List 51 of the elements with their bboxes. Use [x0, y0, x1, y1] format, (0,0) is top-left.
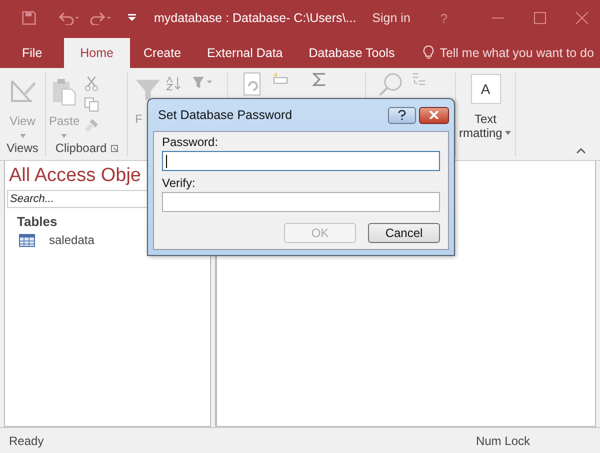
status-text: Ready: [9, 434, 44, 448]
field-label: Password:: [162, 135, 220, 149]
text-formatting-label: Text: [474, 112, 496, 126]
refresh-icon[interactable]: [243, 72, 263, 98]
replace-icon[interactable]: [411, 72, 427, 88]
dialog-title: Set Database Password: [158, 108, 294, 122]
table-item[interactable]: saledata: [5, 231, 210, 249]
group-label: Views: [6, 140, 40, 156]
redo-icon[interactable]: [90, 11, 112, 25]
password-field[interactable]: [162, 192, 440, 212]
text-formatting-label: rmatting: [459, 126, 502, 140]
collapse-ribbon-icon[interactable]: [576, 148, 586, 154]
undo-icon[interactable]: [58, 11, 80, 25]
search-icon[interactable]: [379, 72, 403, 96]
filter-icon[interactable]: [191, 76, 213, 89]
dropdown-caret-icon[interactable]: [505, 131, 512, 135]
status-text: Num Lock: [476, 434, 530, 448]
dialog-button[interactable]: Cancel: [368, 223, 440, 243]
sign-in-link[interactable]: Sign in: [372, 11, 410, 25]
help-button[interactable]: [388, 106, 416, 124]
close-icon: [429, 111, 439, 119]
dropdown-caret-icon: [20, 134, 26, 138]
group-label: Clipboard: [55, 141, 107, 155]
save-icon[interactable]: [22, 11, 36, 25]
clipboard-icon: [51, 78, 78, 106]
filter-label: F: [135, 112, 142, 126]
scissors-icon[interactable]: [84, 76, 99, 91]
close-icon[interactable]: [576, 12, 588, 24]
dropdown-caret-icon: [61, 134, 68, 138]
copy-icon[interactable]: [84, 97, 99, 112]
text-formatting-button[interactable]: A: [470, 74, 500, 104]
paintbrush-icon[interactable]: [84, 118, 99, 133]
close-button[interactable]: [419, 106, 449, 124]
lightbulb-icon: [422, 45, 434, 60]
dialog-launcher-icon[interactable]: [110, 144, 118, 152]
ribbon-tab[interactable]: File: [10, 38, 54, 68]
table-icon: [19, 234, 35, 246]
ribbon-tab[interactable]: External Data: [195, 38, 295, 68]
customize-caret-icon[interactable]: [128, 14, 136, 22]
ribbon-tab[interactable]: Home: [64, 38, 130, 68]
maximize-icon[interactable]: [534, 12, 546, 24]
password-field[interactable]: [162, 151, 440, 171]
pane-title: All Access Obje: [8, 164, 141, 188]
field-label: Verify:: [162, 176, 196, 190]
ribbon-tab[interactable]: Database Tools: [296, 38, 407, 68]
question-mark-icon: [398, 110, 406, 120]
tell-me-field[interactable]: Tell me what you want to do: [440, 46, 594, 60]
ribbon-tab[interactable]: Create: [132, 38, 194, 68]
window-title: mydatabase : Database- C:\Users\...: [154, 11, 356, 25]
sigma-icon[interactable]: [312, 72, 327, 87]
sort-icon[interactable]: [165, 76, 183, 91]
